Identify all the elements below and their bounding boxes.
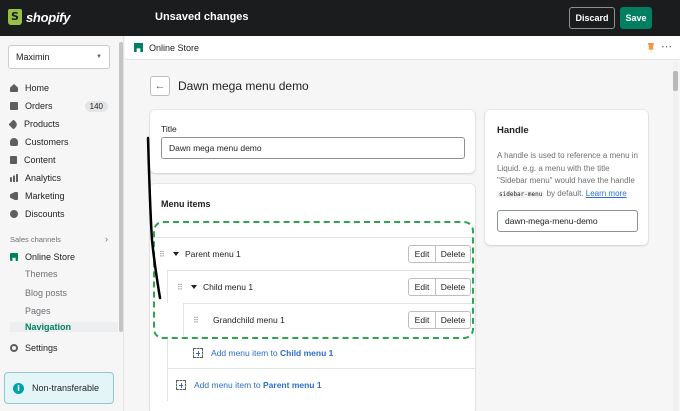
save-button[interactable]: Save	[620, 7, 652, 29]
edit-button[interactable]: Edit	[408, 311, 436, 329]
handle-title: Handle	[497, 125, 529, 136]
drag-handle-icon[interactable]: ⠿	[177, 283, 187, 292]
store-name: Maximin	[16, 52, 50, 62]
chevron-right-icon: ›	[105, 234, 108, 244]
non-transferable-banner: i Non-transferable	[4, 372, 114, 404]
menu-item-label: Parent menu 1	[185, 249, 241, 259]
main-scrollbar[interactable]	[673, 61, 678, 411]
caret-down-icon[interactable]	[173, 252, 179, 256]
sidebar-subitem-pages[interactable]: Pages	[25, 306, 51, 316]
top-bar: shopify Unsaved changes Discard Save	[0, 0, 680, 36]
sidebar-item-label: Discounts	[25, 209, 65, 219]
store-icon	[134, 43, 143, 52]
sidebar-item-label: Analytics	[25, 173, 62, 183]
sidebar-scrollbar[interactable]	[119, 42, 123, 332]
title-card: Title Dawn mega menu demo	[150, 110, 475, 173]
edit-button[interactable]: Edit	[408, 278, 436, 296]
shopify-bag-icon	[8, 9, 22, 25]
app-title: Online Store	[149, 42, 200, 53]
arrow-left-icon: ←	[154, 80, 166, 92]
sidebar-item-label: Content	[24, 155, 56, 165]
add-child-row: Add menu item to Child menu 1	[167, 336, 475, 369]
home-icon	[10, 84, 18, 92]
sidebar-subitem-themes[interactable]: Themes	[25, 269, 58, 279]
content-icon	[10, 156, 17, 164]
add-parent-row: Add menu item to Parent menu 1	[167, 368, 475, 401]
person-icon	[10, 138, 18, 146]
back-button[interactable]: ←	[150, 76, 170, 96]
add-menu-item-to-parent-link[interactable]: Add menu item to Parent menu 1	[176, 380, 322, 390]
sidebar-item-label: Marketing	[25, 191, 65, 201]
store-icon	[10, 253, 18, 261]
edit-button[interactable]: Edit	[408, 245, 436, 263]
sidebar-item-label: Products	[24, 119, 60, 129]
discount-icon	[10, 210, 18, 218]
brand-name: shopify	[26, 9, 71, 25]
delete-button[interactable]: Delete	[436, 311, 471, 329]
shopify-logo[interactable]: shopify	[8, 9, 70, 25]
info-icon: i	[13, 382, 24, 394]
menu-item-label: Child menu 1	[203, 282, 254, 292]
sidebar-subitem-blog-posts[interactable]: Blog posts	[25, 288, 67, 298]
sidebar-item-content[interactable]: Content	[0, 151, 118, 169]
title-label: Title	[161, 124, 177, 134]
megaphone-icon	[10, 192, 18, 200]
menu-item-label: Grandchild menu 1	[213, 315, 285, 325]
delete-button[interactable]: Delete	[436, 278, 471, 296]
handle-help-text: A handle is used to reference a menu in …	[497, 151, 638, 198]
orders-icon	[10, 102, 18, 110]
sidebar-item-products[interactable]: Products	[0, 115, 118, 133]
analytics-icon	[10, 174, 18, 182]
menu-item-row-grandchild[interactable]: ⠿ Grandchild menu 1 Edit Delete	[183, 303, 475, 336]
caret-down-icon: ▼	[96, 54, 102, 60]
title-input[interactable]: Dawn mega menu demo	[161, 137, 465, 159]
add-menu-item-to-child-link[interactable]: Add menu item to Child menu 1	[193, 347, 333, 358]
handle-example-code: sidebar-menu	[497, 190, 545, 198]
sales-channels-label[interactable]: Sales channels ›	[10, 234, 108, 244]
menu-item-row-parent[interactable]: ⠿ Parent menu 1 Edit Delete	[150, 237, 475, 270]
sidebar-item-label: Customers	[25, 137, 69, 147]
sidebar-item-discounts[interactable]: Discounts	[0, 205, 118, 223]
sidebar-item-analytics[interactable]: Analytics	[0, 169, 118, 187]
discard-button[interactable]: Discard	[569, 7, 615, 29]
unsaved-status: Unsaved changes	[155, 11, 249, 23]
store-selector[interactable]: Maximin ▼	[8, 45, 110, 69]
sidebar-item-marketing[interactable]: Marketing	[0, 187, 118, 205]
sidebar-subitem-navigation[interactable]: Navigation	[10, 322, 118, 332]
app-header: Online Store ⋯	[125, 36, 680, 60]
tag-icon	[8, 119, 19, 129]
caret-down-icon[interactable]	[191, 285, 197, 289]
add-icon	[193, 347, 203, 358]
sidebar-item-online-store[interactable]: Online Store	[0, 248, 118, 266]
sidebar-item-label: Home	[25, 83, 50, 93]
menu-item-row-child[interactable]: ⠿ Child menu 1 Edit Delete	[167, 270, 475, 303]
add-icon	[176, 380, 186, 390]
drag-handle-icon[interactable]: ⠿	[193, 316, 203, 325]
sidebar-item-settings[interactable]: Settings	[0, 339, 118, 357]
sidebar-item-label: Orders	[25, 101, 53, 111]
sidebar: Maximin ▼ Home Orders 140 Products Custo…	[0, 36, 124, 411]
delete-button[interactable]: Delete	[436, 245, 471, 263]
learn-more-link[interactable]: Learn more	[586, 189, 627, 198]
page-title: Dawn mega menu demo	[178, 79, 309, 93]
sidebar-item-customers[interactable]: Customers	[0, 133, 118, 151]
more-actions-icon[interactable]: ⋯	[661, 40, 672, 53]
menu-items-card: Menu items ⠿ Parent menu 1 Edit Delete ⠿…	[150, 184, 475, 411]
sidebar-item-label: Online Store	[25, 252, 76, 262]
menu-items-heading: Menu items	[161, 199, 211, 209]
orders-count-badge: 140	[84, 100, 108, 112]
handle-card: Handle A handle is used to reference a m…	[485, 110, 648, 245]
sidebar-item-home[interactable]: Home	[0, 79, 118, 97]
sidebar-item-orders[interactable]: Orders 140	[0, 97, 118, 115]
drag-handle-icon[interactable]: ⠿	[159, 250, 169, 259]
sidebar-item-label: Settings	[25, 343, 58, 353]
gear-icon	[10, 344, 18, 352]
handle-input[interactable]: dawn-mega-menu-demo	[497, 210, 638, 232]
pin-icon[interactable]	[648, 43, 654, 53]
